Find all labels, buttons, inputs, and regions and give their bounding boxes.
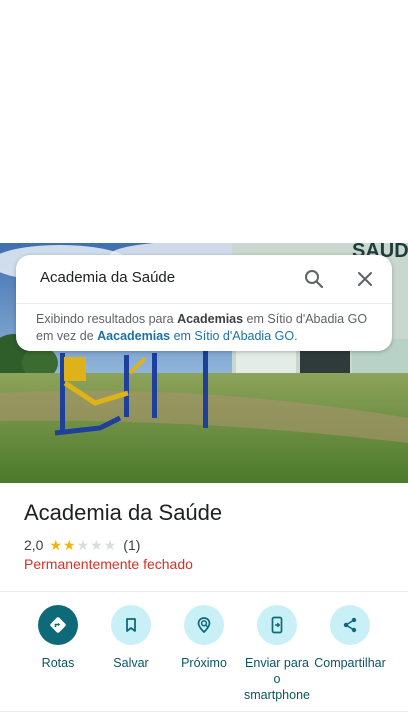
action-bar: Rotas Salvar Próximo Enviar para o smart… <box>0 605 408 705</box>
directions-icon <box>38 605 78 645</box>
notice-suffix: . <box>294 329 298 343</box>
search-card: Academia da Saúde Exibindo resultados pa… <box>16 255 392 351</box>
save-label: Salvar <box>113 656 149 670</box>
nearby-button[interactable]: Próximo <box>167 605 241 671</box>
divider <box>0 711 408 712</box>
star-icon: ★ <box>103 537 117 553</box>
original-term: Aacademias <box>97 329 171 343</box>
directions-label: Rotas <box>41 656 75 670</box>
review-count[interactable]: (1) <box>123 537 140 553</box>
star-icon: ★ <box>76 537 90 553</box>
star-icon: ★ <box>90 537 103 553</box>
shown-term: Academias <box>177 312 244 326</box>
closed-status: Permanentemente fechado <box>24 556 193 572</box>
share-label: Compartilhar <box>314 656 386 670</box>
shown-location: em Sítio d'Abadia GO <box>243 312 368 326</box>
search-bar[interactable]: Academia da Saúde <box>16 255 392 303</box>
search-input[interactable]: Academia da Saúde <box>40 269 175 286</box>
instead-prefix: em vez de <box>36 329 98 343</box>
share-button[interactable]: Compartilhar <box>313 605 387 671</box>
search-correction-notice: Exibindo resultados para Academias em Sí… <box>36 311 376 345</box>
nearby-icon <box>184 605 224 645</box>
nearby-label: Próximo <box>181 656 227 670</box>
send-to-phone-label: Enviar para o smartphone <box>243 656 310 702</box>
share-icon <box>330 605 370 645</box>
divider <box>16 303 392 304</box>
original-location: em Sítio d'Abadia GO <box>170 329 295 343</box>
search-icon[interactable] <box>302 267 326 291</box>
send-to-phone-button[interactable]: Enviar para o smartphone <box>240 605 314 703</box>
rating-stars: ★ ★ ★ ★ ★ <box>49 538 117 552</box>
save-button[interactable]: Salvar <box>94 605 168 671</box>
original-search-link[interactable]: Aacademias em Sítio d'Abadia GO <box>97 329 294 343</box>
notice-prefix: Exibindo resultados para <box>36 312 178 326</box>
star-icon: ★ <box>63 537 76 553</box>
rating-value: 2,0 <box>24 537 44 553</box>
star-icon: ★ <box>49 537 63 553</box>
send-to-phone-icon <box>257 605 297 645</box>
bookmark-icon <box>111 605 151 645</box>
rating-row[interactable]: 2,0 ★ ★ ★ ★ ★ (1) <box>24 536 140 554</box>
divider <box>0 591 408 592</box>
place-title: Academia da Saúde <box>24 500 223 525</box>
close-icon[interactable] <box>353 267 377 291</box>
directions-button[interactable]: Rotas <box>21 605 95 671</box>
